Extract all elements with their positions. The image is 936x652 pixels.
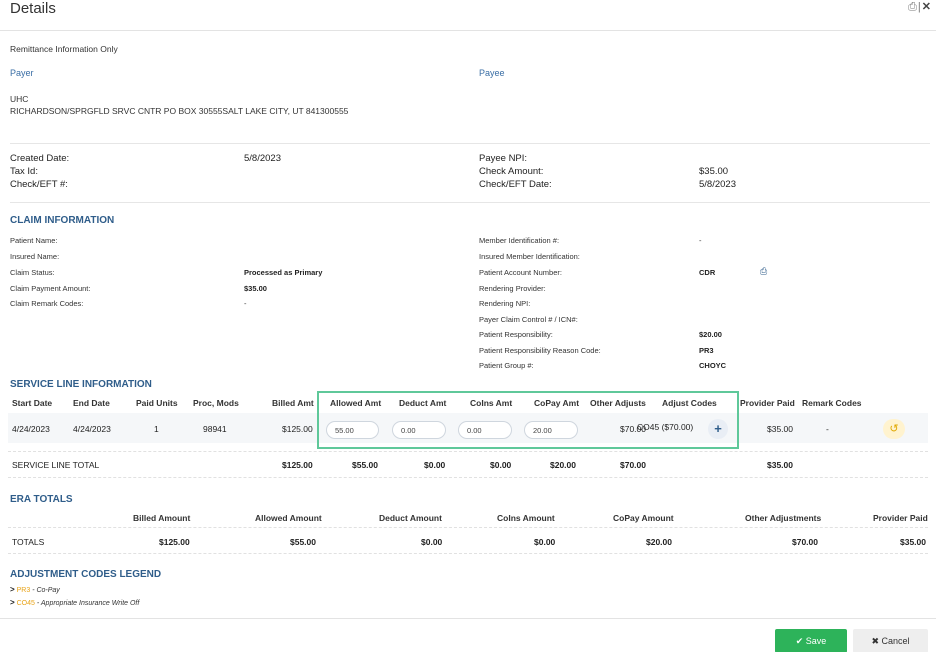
era-col-deduct: Deduct Amount xyxy=(379,513,442,523)
era-col-copay: CoPay Amount xyxy=(613,513,674,523)
patient-name-label: Patient Name: xyxy=(10,236,58,245)
total-billed: $125.00 xyxy=(282,460,313,470)
undo-button[interactable]: ↺ xyxy=(883,419,905,439)
legend-item-co45[interactable]: > CO45 - Appropriate Insurance Write Off xyxy=(10,598,139,607)
era-totals-label: TOTALS xyxy=(12,537,45,547)
check-date-value: 5/8/2023 xyxy=(699,179,736,190)
era-col-billed: Billed Amount xyxy=(133,513,191,523)
chevron-right-icon: > xyxy=(10,585,15,594)
editable-highlight xyxy=(317,391,739,449)
claim-status-value: Processed as Primary xyxy=(244,268,323,277)
check-number-label: Check/EFT #: xyxy=(10,179,68,190)
era-total-copay: $20.00 xyxy=(646,537,672,547)
service-line-title: SERVICE LINE INFORMATION xyxy=(10,379,152,390)
created-date-label: Created Date: xyxy=(10,153,70,164)
era-col-provider-paid: Provider Paid xyxy=(873,513,928,523)
patient-account-value: CDR xyxy=(699,268,716,277)
col-end-date: End Date xyxy=(73,398,110,408)
legend-title: ADJUSTMENT CODES LEGEND xyxy=(10,569,162,580)
era-total-coins: $0.00 xyxy=(534,537,556,547)
legend-code: CO45 xyxy=(16,600,35,607)
claim-payment-label: Claim Payment Amount: xyxy=(10,284,91,293)
patient-responsibility-value: $20.00 xyxy=(699,330,722,339)
payer-address: RICHARDSON/SPRGFLD SRVC CNTR PO BOX 3055… xyxy=(10,106,349,116)
total-copay: $20.00 xyxy=(550,460,576,470)
cancel-button[interactable]: ✖ Cancel xyxy=(853,629,928,652)
total-allowed: $55.00 xyxy=(352,460,378,470)
undo-icon: ↺ xyxy=(889,423,899,435)
claim-status-label: Claim Status: xyxy=(10,268,55,277)
patient-responsibility-label: Patient Responsibility: xyxy=(479,330,553,339)
check-date-label: Check/EFT Date: xyxy=(479,179,552,190)
printer-icon[interactable]: ⎙ xyxy=(908,1,918,13)
row-start-date: 4/24/2023 xyxy=(12,424,50,434)
col-start-date: Start Date xyxy=(12,398,53,408)
claim-payment-value: $35.00 xyxy=(244,284,267,293)
legend-desc: - Co-Pay xyxy=(30,587,60,594)
check-amount-label: Check Amount: xyxy=(479,166,544,177)
era-col-other: Other Adjustments xyxy=(745,513,822,523)
col-provider-paid: Provider Paid xyxy=(740,398,795,408)
legend-item-pr3[interactable]: > PR3 - Co-Pay xyxy=(10,585,60,594)
patient-account-label: Patient Account Number: xyxy=(479,268,562,277)
insured-name-label: Insured Name: xyxy=(10,252,60,261)
remittance-note: Remittance Information Only xyxy=(10,44,118,54)
row-provider-paid: $35.00 xyxy=(767,424,793,434)
era-total-other: $70.00 xyxy=(792,537,818,547)
payer-label: Payer xyxy=(10,68,34,78)
col-proc-mods: Proc, Mods xyxy=(193,398,239,408)
col-remark-codes: Remark Codes xyxy=(802,398,862,408)
page-title: Details xyxy=(10,0,56,17)
claim-remark-label: Claim Remark Codes: xyxy=(10,299,84,308)
window-controls[interactable]: ⎙|✕ xyxy=(908,0,932,14)
row-end-date: 4/24/2023 xyxy=(73,424,111,434)
payee-npi-label: Payee NPI: xyxy=(479,153,528,164)
patient-resp-reason-value: PR3 xyxy=(699,346,714,355)
era-totals-title: ERA TOTALS xyxy=(10,494,73,505)
patient-group-value: CHOYC xyxy=(699,361,727,370)
legend-desc: - Appropriate Insurance Write Off xyxy=(34,600,140,607)
check-amount-value: $35.00 xyxy=(699,166,729,177)
insured-member-id-label: Insured Member Identification: xyxy=(479,252,580,261)
row-remark-codes: - xyxy=(826,424,829,434)
era-col-allowed: Allowed Amount xyxy=(255,513,322,523)
claim-remark-value: - xyxy=(244,299,247,308)
total-provider-paid: $35.00 xyxy=(767,460,793,470)
total-deduct: $0.00 xyxy=(424,460,446,470)
era-total-allowed: $55.00 xyxy=(290,537,316,547)
col-billed-amt: Billed Amt xyxy=(272,398,314,408)
member-id-label: Member Identification #: xyxy=(479,236,560,245)
era-total-billed: $125.00 xyxy=(159,537,190,547)
row-billed-amt: $125.00 xyxy=(282,424,313,434)
legend-code: PR3 xyxy=(16,587,31,594)
patient-resp-reason-label: Patient Responsibility Reason Code: xyxy=(479,346,601,355)
row-proc-mods: 98941 xyxy=(203,424,227,434)
claim-info-title: CLAIM INFORMATION xyxy=(10,215,115,226)
save-button[interactable]: ✔ Save xyxy=(775,629,847,652)
payee-label: Payee xyxy=(479,68,505,78)
payer-name: UHC xyxy=(10,94,29,104)
total-other: $70.00 xyxy=(620,460,646,470)
payer-claim-control-label: Payer Claim Control # / ICN#: xyxy=(479,315,578,324)
col-paid-units: Paid Units xyxy=(136,398,178,408)
era-total-deduct: $0.00 xyxy=(421,537,443,547)
close-icon[interactable]: ✕ xyxy=(922,1,932,13)
chevron-right-icon: > xyxy=(10,598,15,607)
era-total-provider-paid: $35.00 xyxy=(900,537,926,547)
service-line-total-label: SERVICE LINE TOTAL xyxy=(12,460,100,470)
created-date-value: 5/8/2023 xyxy=(244,153,281,164)
total-coins: $0.00 xyxy=(490,460,512,470)
rendering-provider-label: Rendering Provider: xyxy=(479,284,546,293)
patient-group-label: Patient Group #: xyxy=(479,361,534,370)
row-paid-units: 1 xyxy=(154,424,159,434)
member-id-value: - xyxy=(699,236,702,245)
printer-icon[interactable]: ⎙ xyxy=(760,266,767,277)
rendering-npi-label: Rendering NPI: xyxy=(479,299,531,308)
era-col-coins: CoIns Amount xyxy=(497,513,555,523)
tax-id-label: Tax Id: xyxy=(10,166,38,177)
